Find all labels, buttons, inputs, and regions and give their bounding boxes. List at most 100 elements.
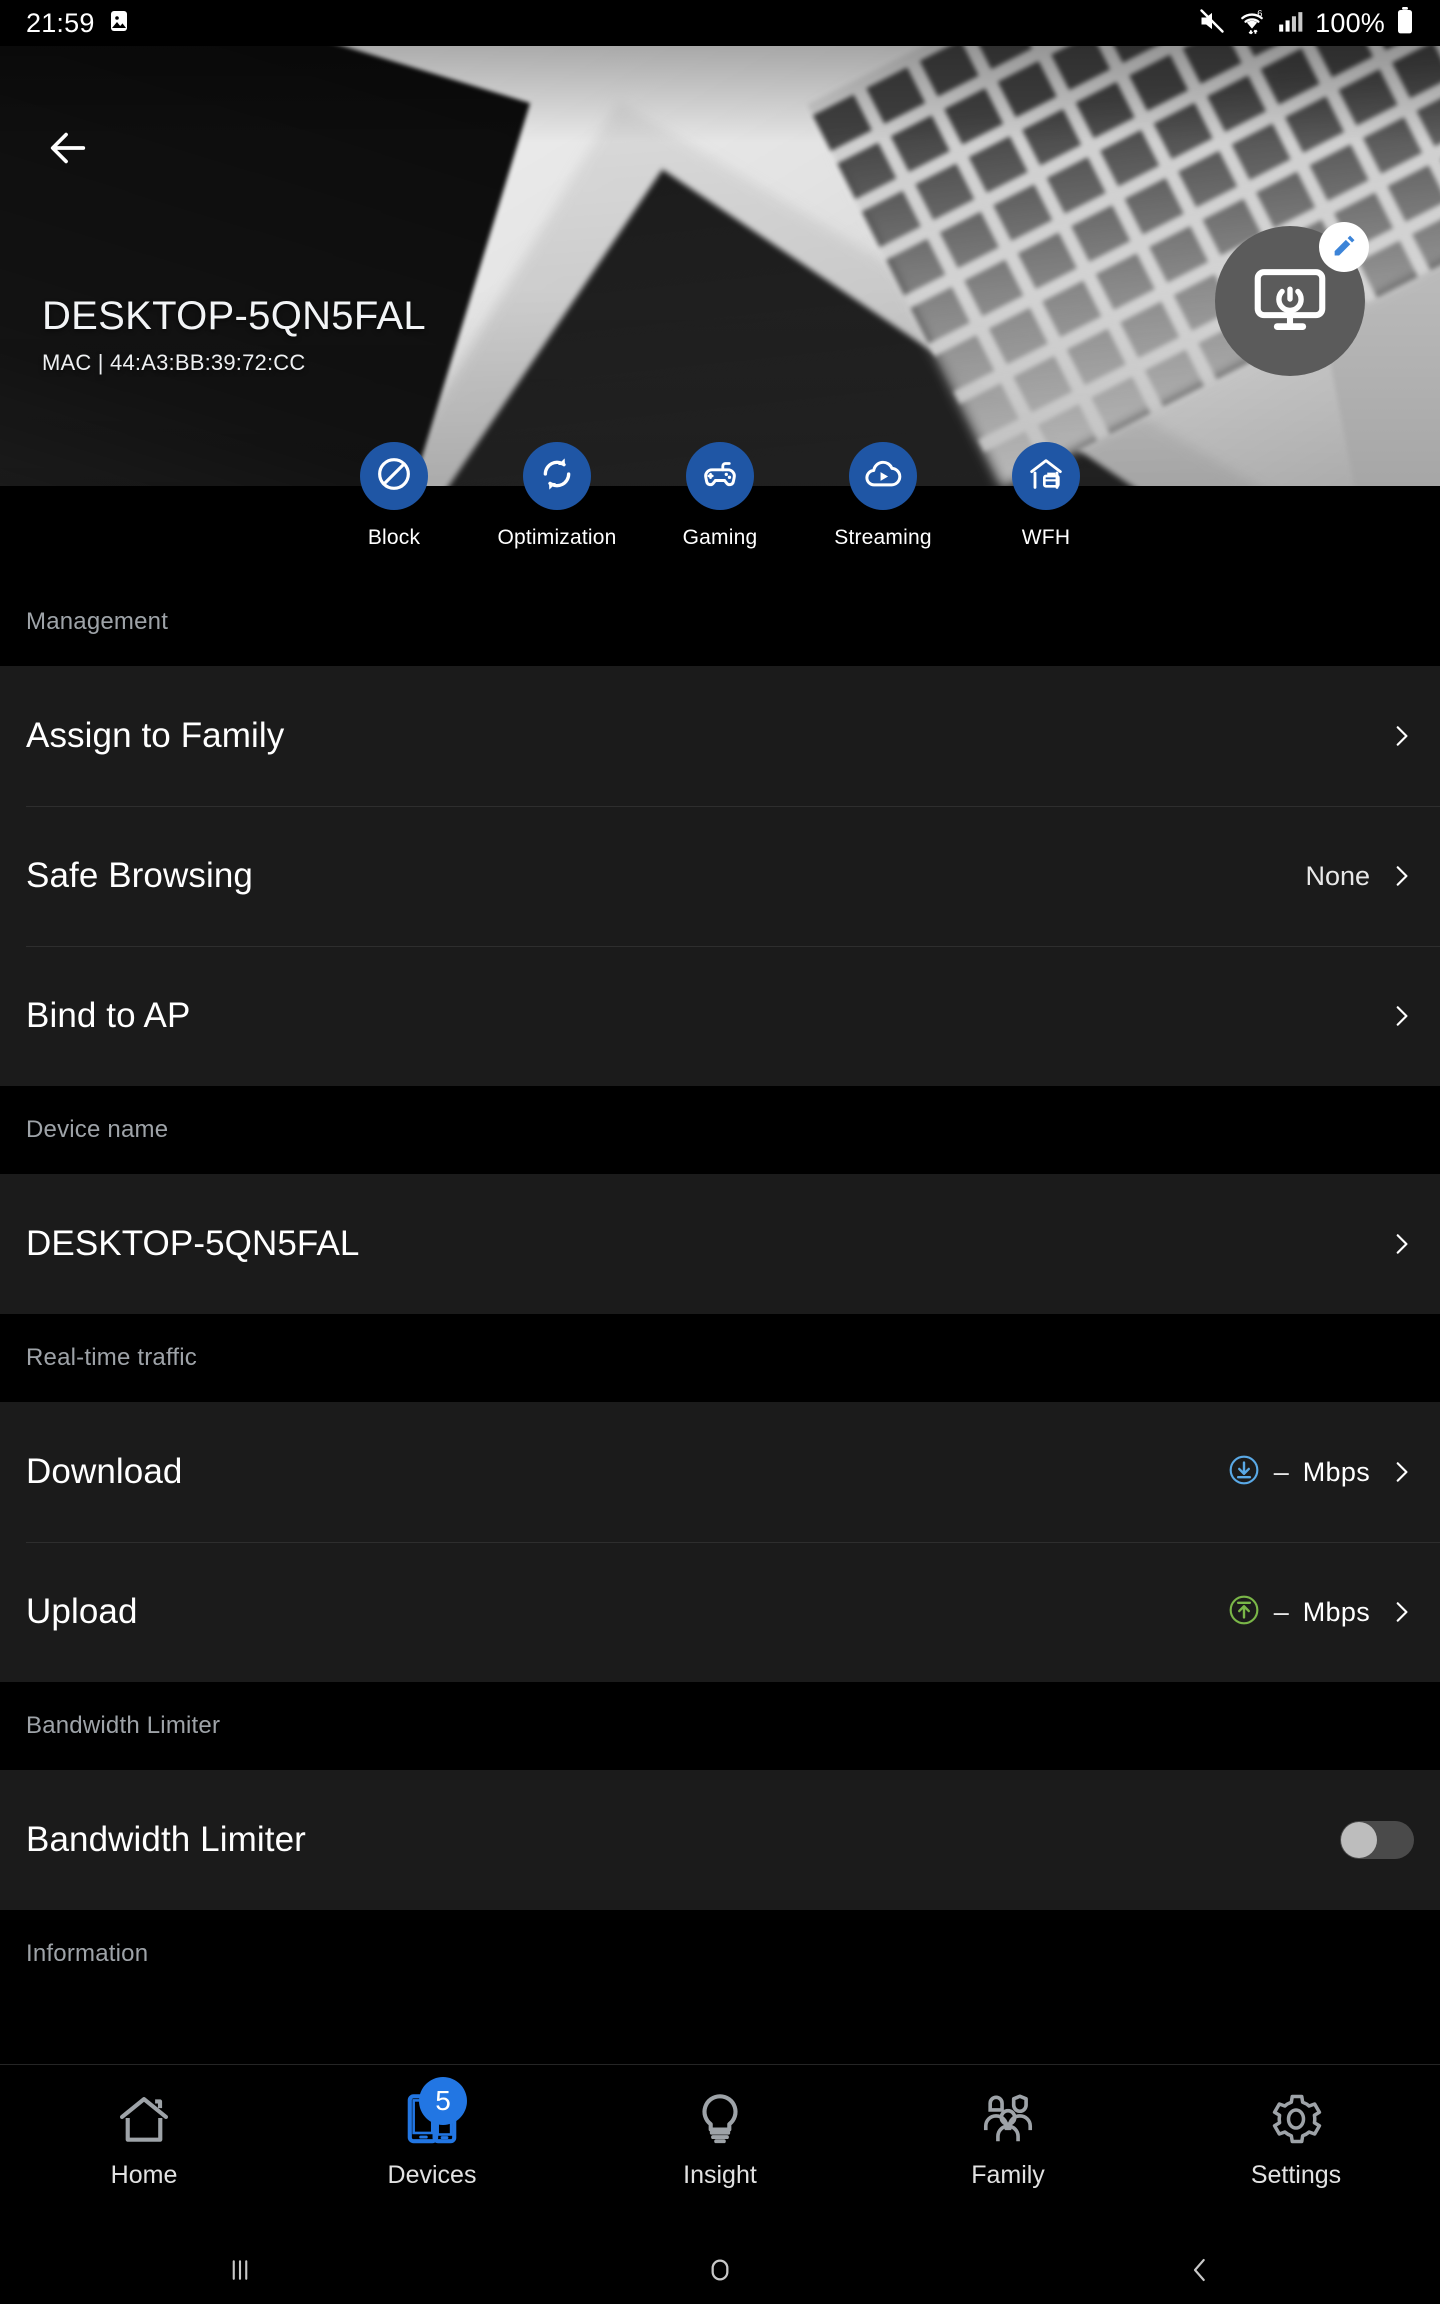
edit-avatar-badge[interactable]: [1319, 222, 1369, 272]
devices-phones-icon: 5: [401, 2077, 467, 2155]
back-chevron-icon: [1185, 2255, 1215, 2290]
lightbulb-icon: [689, 2083, 751, 2155]
upload-metric: – Mbps: [1228, 1594, 1370, 1631]
chevron-right-icon: [1388, 1459, 1414, 1485]
nav-label: Settings: [1250, 2161, 1342, 2189]
safe-browsing-value: None: [1305, 860, 1370, 891]
nav-label: Home: [110, 2161, 178, 2189]
device-mac-label: MAC | 44:A3:BB:39:72:CC: [42, 350, 306, 375]
download-unit: Mbps: [1302, 1456, 1370, 1487]
signal-bars-icon: [1278, 9, 1304, 38]
device-avatar[interactable]: [1215, 222, 1369, 376]
nav-item-home[interactable]: Home: [0, 2065, 288, 2190]
row-right: [1388, 1003, 1414, 1029]
chevron-right-icon: [1388, 723, 1414, 749]
bandwidth-limiter-toggle[interactable]: [1340, 1821, 1414, 1859]
row-right: [1388, 723, 1414, 749]
back-arrow-icon: [45, 125, 91, 176]
svg-text:6: 6: [1257, 8, 1262, 18]
gear-icon: [1266, 2083, 1326, 2155]
device-name-group: DESKTOP-5QN5FAL: [0, 1174, 1440, 1314]
chevron-right-icon: [1388, 1231, 1414, 1257]
settings-list: Management Assign to Family Safe Browsin…: [0, 486, 1440, 2000]
recents-icon: [225, 2255, 255, 2290]
android-system-nav: [0, 2240, 1440, 2304]
wifi-6-icon: 6: [1237, 7, 1267, 40]
refresh-sync-icon: [537, 454, 577, 499]
devices-badge: 5: [419, 2077, 467, 2125]
download-metric: – Mbps: [1228, 1454, 1370, 1491]
upload-unit: Mbps: [1302, 1596, 1370, 1627]
battery-percent-label: 100%: [1315, 7, 1385, 38]
home-circle-icon: [704, 2254, 736, 2291]
action-label: Streaming: [834, 526, 932, 549]
nav-item-settings[interactable]: Settings: [1152, 2065, 1440, 2190]
battery-full-icon: [1396, 6, 1414, 40]
block-no-entry-icon: [374, 454, 414, 499]
action-circle: [1012, 442, 1080, 510]
nav-item-insight[interactable]: Insight: [576, 2065, 864, 2190]
action-circle: [849, 442, 917, 510]
section-header-device-name: Device name: [0, 1086, 1440, 1174]
chevron-right-icon: [1388, 863, 1414, 889]
row-assign-to-family[interactable]: Assign to Family: [0, 666, 1440, 806]
download-value: –: [1273, 1456, 1289, 1487]
people-group-icon: [977, 2083, 1039, 2155]
action-circle: [360, 442, 428, 510]
row-right: None: [1305, 861, 1414, 892]
desktop-monitor-power-icon: [1247, 256, 1333, 347]
action-circle: [686, 442, 754, 510]
status-bar: 21:59 6 100%: [0, 0, 1440, 46]
chevron-right-icon: [1388, 1599, 1414, 1625]
device-hero-banner: DESKTOP-5QN5FAL MAC | 44:A3:BB:39:72:CC: [0, 46, 1440, 486]
section-header-realtime-traffic: Real-time traffic: [0, 1314, 1440, 1402]
nav-label: Devices: [387, 2161, 477, 2189]
action-label: Gaming: [682, 526, 758, 549]
recents-button[interactable]: [0, 2255, 480, 2290]
back-button[interactable]: [36, 118, 100, 182]
nav-item-devices[interactable]: 5 Devices: [288, 2065, 576, 2190]
status-bar-right: 6 100%: [1198, 6, 1414, 40]
action-optimization[interactable]: Optimization: [476, 442, 639, 562]
action-streaming[interactable]: Streaming: [802, 442, 965, 562]
device-detail-screen: 21:59 6 100% DESKTOP-5QN5FAL MAC | 44:A3…: [0, 0, 1440, 2304]
cloud-play-icon: [862, 453, 904, 500]
mute-icon: [1198, 7, 1226, 40]
action-label: Block: [367, 526, 421, 549]
row-device-name[interactable]: DESKTOP-5QN5FAL: [0, 1174, 1440, 1314]
nav-item-family[interactable]: Family: [864, 2065, 1152, 2190]
gamepad-icon: [699, 453, 741, 500]
management-group: Assign to Family Safe Browsing None Bind: [0, 666, 1440, 1086]
pencil-edit-icon: [1330, 231, 1358, 264]
action-gaming[interactable]: Gaming: [639, 442, 802, 562]
row-safe-browsing[interactable]: Safe Browsing None: [0, 806, 1440, 946]
row-label: Download: [26, 1452, 183, 1491]
nav-label: Insight: [683, 2161, 757, 2189]
row-bind-to-ap[interactable]: Bind to AP: [0, 946, 1440, 1086]
action-block[interactable]: Block: [313, 442, 476, 562]
row-download[interactable]: Download – Mbps: [0, 1402, 1440, 1542]
row-label: Upload: [26, 1592, 138, 1631]
hero-text-block: DESKTOP-5QN5FAL MAC | 44:A3:BB:39:72:CC: [42, 294, 426, 376]
row-upload[interactable]: Upload – Mbps: [0, 1542, 1440, 1682]
back-button-system[interactable]: [960, 2255, 1440, 2290]
status-bar-clock: 21:59: [26, 7, 95, 38]
home-button[interactable]: [480, 2254, 960, 2291]
home-icon: [113, 2083, 175, 2155]
nav-label: Family: [971, 2161, 1045, 2189]
bottom-navigation-bar: Home 5 Devices Insight Family Settings: [0, 2064, 1440, 2240]
upload-circle-icon: [1228, 1594, 1260, 1631]
status-bar-left: 21:59: [26, 8, 131, 39]
download-circle-icon: [1228, 1454, 1260, 1491]
row-label: Bind to AP: [26, 996, 191, 1035]
row-bandwidth-limiter[interactable]: Bandwidth Limiter: [0, 1770, 1440, 1910]
realtime-traffic-group: Download – Mbps Upload – Mbps: [0, 1402, 1440, 1682]
chevron-right-icon: [1388, 1003, 1414, 1029]
quick-action-row: Block Optimization Gaming Streaming WFH: [0, 442, 1440, 562]
action-wfh[interactable]: WFH: [965, 442, 1128, 562]
row-right: [1388, 1231, 1414, 1257]
image-icon: [107, 9, 131, 38]
section-header-management: Management: [0, 578, 1440, 666]
bandwidth-limiter-group: Bandwidth Limiter: [0, 1770, 1440, 1910]
action-label: WFH: [1021, 526, 1071, 549]
